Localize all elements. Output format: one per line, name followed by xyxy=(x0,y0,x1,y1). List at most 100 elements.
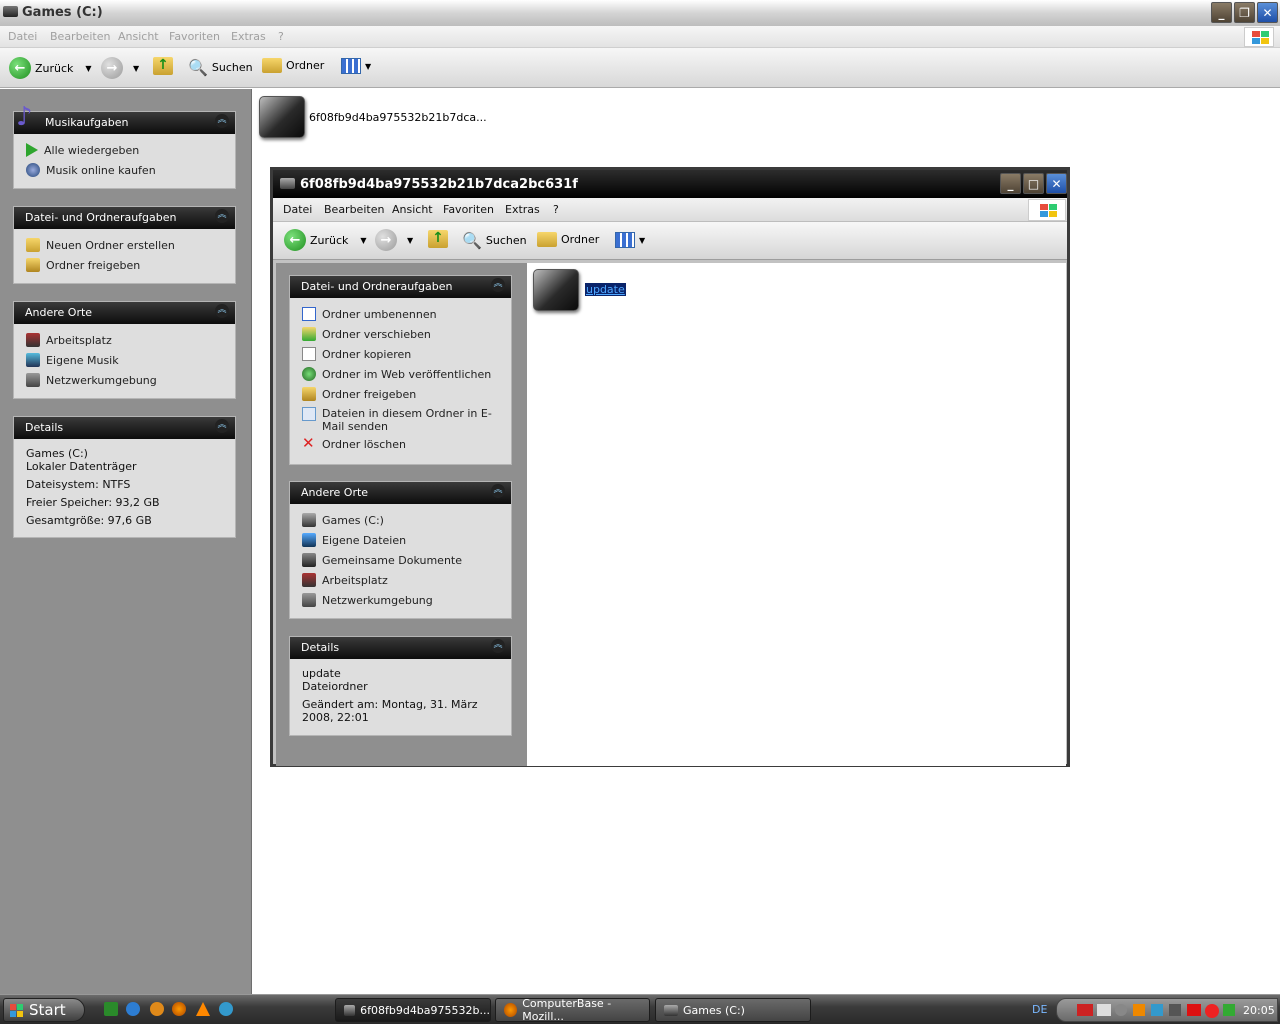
taskbar-button-firefox[interactable]: ComputerBase - Mozill... xyxy=(495,997,650,1023)
restore-button[interactable]: ❐ xyxy=(1234,2,1255,23)
back-button[interactable]: ← Zurück ▼ xyxy=(9,57,92,79)
menu-bearbeiten[interactable]: Bearbeiten xyxy=(324,203,384,216)
minimize-button[interactable]: _ xyxy=(1000,173,1021,194)
back-arrow-icon: ← xyxy=(284,229,306,251)
buy-music-online-link[interactable]: Musik online kaufen xyxy=(26,163,156,177)
panel-header[interactable]: Datei- und Ordneraufgaben ︽ xyxy=(14,207,235,229)
panel-header[interactable]: Andere Orte ︽ xyxy=(14,302,235,324)
main-title-bar[interactable]: Games (C:) _ ❐ ✕ xyxy=(0,0,1280,26)
signal-icon[interactable] xyxy=(1223,1004,1235,1016)
forward-button[interactable]: → ▼ xyxy=(101,57,139,79)
clock[interactable]: 20:05 xyxy=(1243,1004,1275,1017)
tray-app-icon[interactable] xyxy=(1133,1004,1145,1016)
chevron-down-icon[interactable]: ▼ xyxy=(133,64,139,73)
quicklaunch-vlc-icon[interactable] xyxy=(196,1002,210,1016)
share-folder-link[interactable]: Ordner freigeben xyxy=(302,387,416,401)
rename-folder-link[interactable]: Ordner umbenennen xyxy=(302,307,437,321)
security-alert-icon[interactable] xyxy=(1205,1004,1219,1018)
search-button[interactable]: 🔍 Suchen xyxy=(188,58,253,77)
ati-icon[interactable] xyxy=(1077,1004,1093,1016)
folder-item[interactable]: update xyxy=(533,269,633,315)
up-button[interactable]: ↑ xyxy=(428,230,448,248)
delete-folder-link[interactable]: ✕ Ordner löschen xyxy=(302,436,406,451)
volume-icon[interactable] xyxy=(1115,1004,1127,1016)
start-button[interactable]: Start xyxy=(3,998,85,1022)
network-link[interactable]: Netzwerkumgebung xyxy=(26,373,157,387)
language-indicator[interactable]: DE xyxy=(1032,1003,1047,1016)
my-documents-link[interactable]: Eigene Dateien xyxy=(302,533,406,547)
up-button[interactable]: ↑ xyxy=(153,57,173,75)
collapse-icon[interactable]: ︽ xyxy=(215,114,229,128)
network-link[interactable]: Netzwerkumgebung xyxy=(302,593,433,607)
folders-button[interactable]: Ordner xyxy=(262,58,324,73)
chevron-down-icon[interactable]: ▼ xyxy=(360,236,366,245)
chevron-down-icon[interactable]: ▼ xyxy=(365,62,371,71)
panel-header[interactable]: Datei- und Ordneraufgaben ︽ xyxy=(290,276,511,298)
child-title-bar[interactable]: 6f08fb9d4ba975532b21b7dca2bc631f _ □ ✕ xyxy=(273,170,1067,198)
my-computer-link[interactable]: Arbeitsplatz xyxy=(302,573,388,587)
collapse-icon[interactable]: ︽ xyxy=(215,419,229,433)
quicklaunch-ie-icon[interactable] xyxy=(126,1002,140,1016)
my-music-link[interactable]: Eigene Musik xyxy=(26,353,119,367)
forward-button[interactable]: → ▼ xyxy=(375,229,413,251)
drive-icon xyxy=(302,513,316,527)
collapse-icon[interactable]: ︽ xyxy=(491,484,505,498)
panel-header[interactable]: Andere Orte ︽ xyxy=(290,482,511,504)
menu-ansicht[interactable]: Ansicht xyxy=(392,203,433,216)
collapse-icon[interactable]: ︽ xyxy=(491,639,505,653)
chevron-down-icon[interactable]: ▼ xyxy=(639,236,645,245)
folders-button[interactable]: Ordner xyxy=(537,232,599,247)
copy-folder-link[interactable]: Ordner kopieren xyxy=(302,347,411,361)
my-computer-link[interactable]: Arbeitsplatz xyxy=(26,333,112,347)
new-folder-link[interactable]: Neuen Ordner erstellen xyxy=(26,238,175,252)
panel-header[interactable]: Details ︽ xyxy=(290,637,511,659)
menu-help[interactable]: ? xyxy=(278,30,284,43)
close-button[interactable]: ✕ xyxy=(1257,2,1278,23)
menu-datei[interactable]: Datei xyxy=(283,203,312,216)
email-files-link[interactable]: Dateien in diesem Ordner in E-Mail sende… xyxy=(302,407,502,433)
antivirus-icon[interactable] xyxy=(1187,1004,1201,1016)
panel-header[interactable]: Details ︽ xyxy=(14,417,235,439)
collapse-icon[interactable]: ︽ xyxy=(215,304,229,318)
publish-web-link[interactable]: Ordner im Web veröffentlichen xyxy=(302,367,491,381)
drive-icon xyxy=(664,1004,678,1016)
collapse-icon[interactable]: ︽ xyxy=(491,278,505,292)
views-button[interactable]: ▼ xyxy=(615,232,645,248)
network-tray-icon[interactable] xyxy=(1097,1004,1111,1016)
menu-favoriten[interactable]: Favoriten xyxy=(443,203,494,216)
tray-monitor-icon[interactable] xyxy=(1169,1004,1181,1016)
shared-documents-link[interactable]: Gemeinsame Dokumente xyxy=(302,553,462,567)
share-folder-link[interactable]: Ordner freigeben xyxy=(26,258,140,272)
menu-favoriten[interactable]: Favoriten xyxy=(169,30,220,43)
menu-ansicht[interactable]: Ansicht xyxy=(118,30,159,43)
chevron-down-icon[interactable]: ▼ xyxy=(85,64,91,73)
games-drive-link[interactable]: Games (C:) xyxy=(302,513,384,527)
detail-type: Dateiordner xyxy=(302,680,368,693)
menu-extras[interactable]: Extras xyxy=(505,203,540,216)
folder-name-selected[interactable]: update xyxy=(585,283,626,296)
move-folder-link[interactable]: Ordner verschieben xyxy=(302,327,431,341)
search-button[interactable]: 🔍 Suchen xyxy=(462,231,527,250)
minimize-button[interactable]: _ xyxy=(1211,2,1232,23)
menu-help[interactable]: ? xyxy=(553,203,559,216)
panel-header[interactable]: ♪ Musikaufgaben ︽ xyxy=(14,102,235,134)
menu-extras[interactable]: Extras xyxy=(231,30,266,43)
folder-item[interactable]: 6f08fb9d4ba975532b21b7dca... xyxy=(257,96,487,142)
quicklaunch-info-icon[interactable] xyxy=(150,1002,164,1016)
views-button[interactable]: ▼ xyxy=(341,58,371,74)
menu-bearbeiten[interactable]: Bearbeiten xyxy=(50,30,110,43)
play-all-link[interactable]: Alle wiedergeben xyxy=(26,143,139,157)
link-label: Ordner kopieren xyxy=(322,347,412,361)
collapse-icon[interactable]: ︽ xyxy=(215,209,229,223)
close-button[interactable]: ✕ xyxy=(1046,173,1067,194)
music-tray-icon[interactable] xyxy=(1151,1004,1163,1016)
chevron-down-icon[interactable]: ▼ xyxy=(407,236,413,245)
menu-datei[interactable]: Datei xyxy=(8,30,37,43)
maximize-button[interactable]: □ xyxy=(1023,173,1044,194)
quicklaunch-firefox-icon[interactable] xyxy=(172,1002,186,1016)
back-button[interactable]: ← Zurück ▼ xyxy=(284,229,367,251)
quicklaunch-desktop-icon[interactable] xyxy=(104,1002,118,1016)
taskbar-button-games[interactable]: Games (C:) xyxy=(655,998,811,1022)
quicklaunch-media-icon[interactable] xyxy=(219,1002,233,1016)
taskbar-button-child-window[interactable]: 6f08fb9d4ba975532b... xyxy=(335,998,491,1022)
